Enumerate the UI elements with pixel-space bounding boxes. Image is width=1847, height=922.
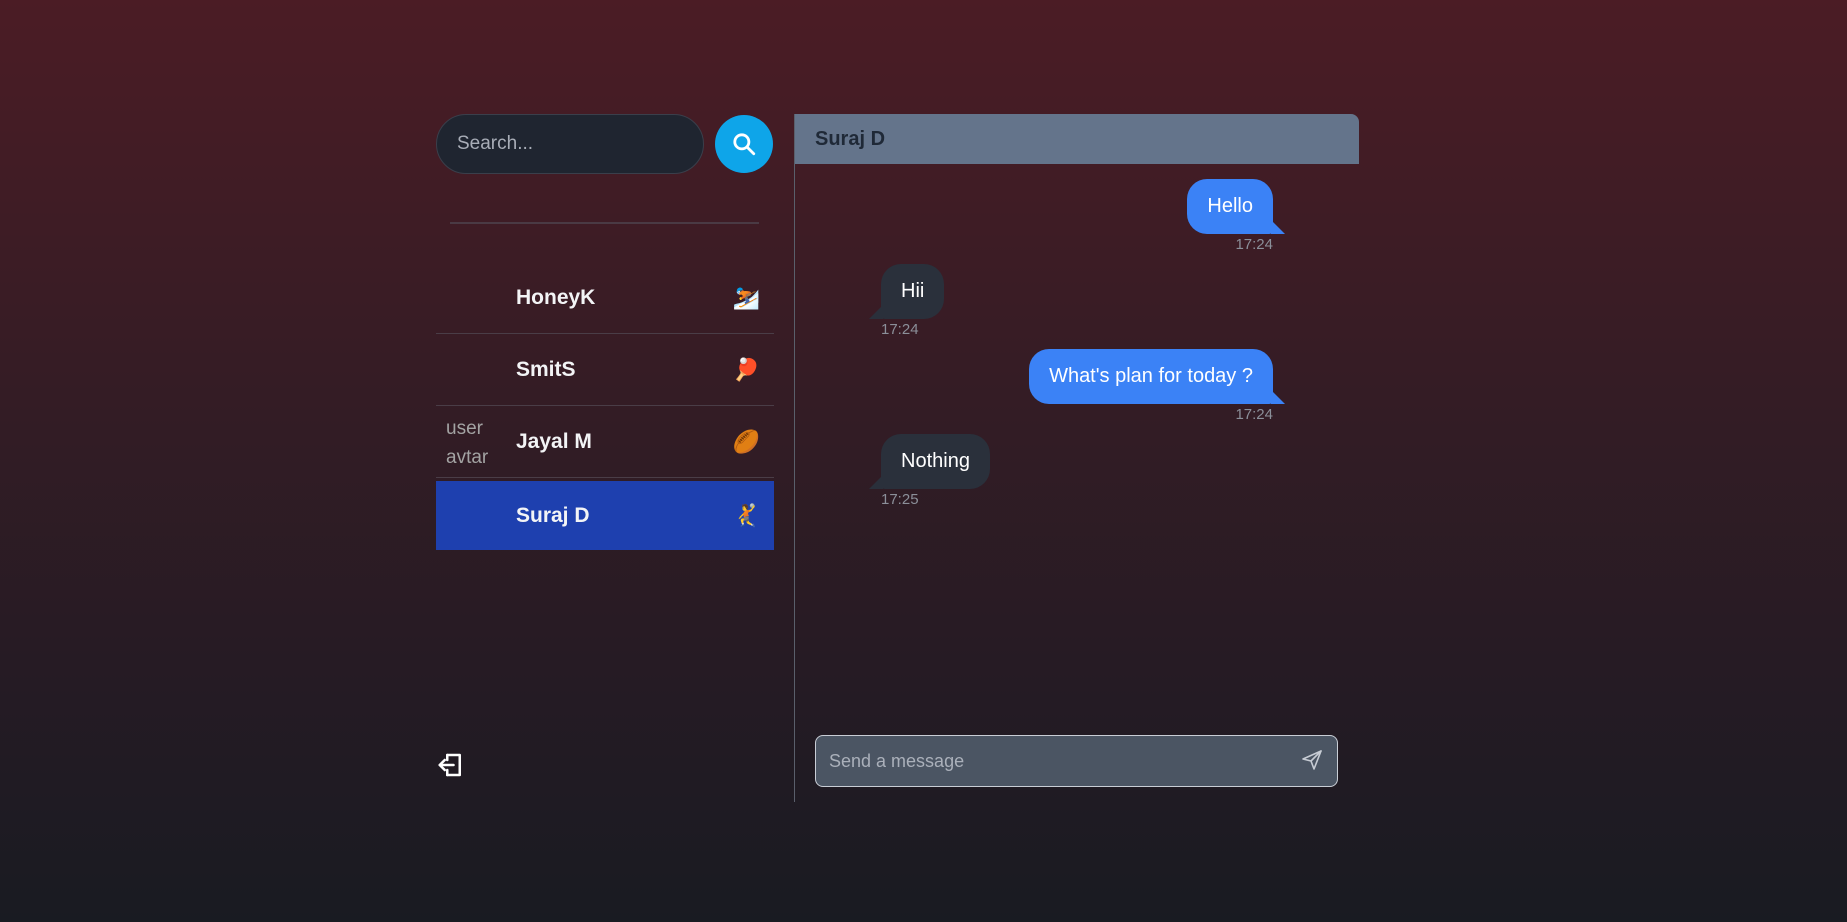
- avatar: user avtar: [446, 418, 489, 468]
- message-sent: Hello: [1187, 179, 1285, 234]
- chat-header: Suraj D: [795, 114, 1359, 164]
- ping-pong-icon: 🏓: [732, 356, 760, 382]
- contact-item-smits[interactable]: SmitS 🏓: [436, 334, 774, 406]
- skier-icon: ⛷️: [732, 284, 760, 310]
- message-time: 17:24: [1235, 406, 1273, 423]
- contact-list: HoneyK ⛷️ SmitS 🏓 user avtar Jayal M 🏉 S…: [436, 262, 774, 550]
- avatar: [446, 270, 502, 326]
- rugby-ball-icon: 🏉: [732, 428, 760, 454]
- contact-name: Suraj D: [516, 503, 590, 527]
- contact-item-honeyk[interactable]: HoneyK ⛷️: [436, 262, 774, 334]
- send-icon: [1302, 750, 1322, 770]
- sidebar-divider: [450, 222, 759, 224]
- search-icon: [733, 133, 756, 156]
- message-composer: [815, 735, 1338, 787]
- message-sent: What's plan for today ?: [1029, 349, 1285, 404]
- contact-name: HoneyK: [516, 285, 596, 309]
- search-button[interactable]: [715, 115, 773, 173]
- message-bubble: What's plan for today ?: [1029, 349, 1285, 404]
- message-input[interactable]: [816, 736, 1286, 786]
- contact-name: SmitS: [516, 357, 576, 381]
- sidebar: HoneyK ⛷️ SmitS 🏓 user avtar Jayal M 🏉 S…: [436, 114, 774, 802]
- message-time: 17:24: [1235, 236, 1273, 253]
- message-received: Nothing: [869, 434, 990, 489]
- chat-header-name: Suraj D: [815, 127, 886, 150]
- contact-item-jayal-m[interactable]: user avtar Jayal M 🏉: [436, 406, 774, 478]
- message-bubble: Hii: [868, 264, 945, 319]
- chat-panel: Suraj D Hello 17:24 Hii 17:24 What's pla…: [794, 114, 1359, 802]
- send-button[interactable]: [1299, 748, 1325, 774]
- avatar: [446, 342, 502, 398]
- search-bar: [436, 114, 774, 174]
- contact-item-suraj-d[interactable]: Suraj D 🤾: [436, 481, 774, 550]
- message-time: 17:24: [881, 321, 919, 338]
- logout-button[interactable]: [436, 750, 466, 780]
- logout-icon: [438, 753, 461, 777]
- message-bubble: Nothing: [869, 434, 990, 489]
- message-time: 17:25: [881, 491, 919, 508]
- message-received: Hii: [868, 264, 945, 319]
- search-input[interactable]: [436, 114, 704, 174]
- avatar: [446, 489, 502, 545]
- contact-name: Jayal M: [516, 429, 592, 453]
- message-bubble: Hello: [1187, 179, 1285, 234]
- handball-icon: 🤾: [732, 502, 760, 528]
